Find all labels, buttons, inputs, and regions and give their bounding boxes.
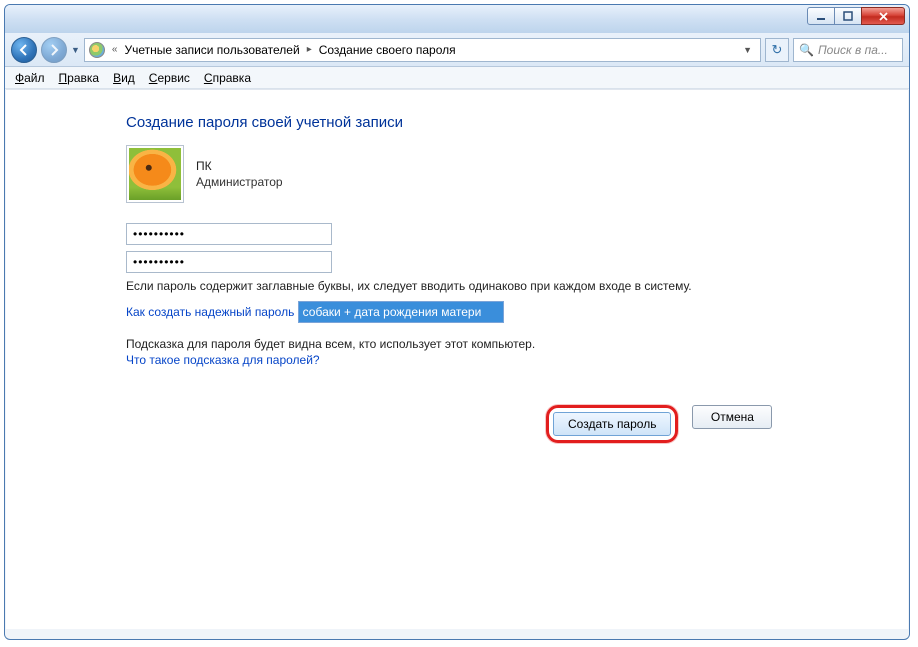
minimize-button[interactable] — [807, 7, 835, 25]
content-pane: Создание пароля своей учетной записи ПК … — [6, 89, 908, 629]
highlight-ring: Создать пароль — [546, 405, 678, 443]
nav-bar: ▼ « Учетные записи пользователей ▸ Созда… — [5, 33, 909, 67]
password-hint-field[interactable] — [298, 301, 504, 323]
nav-back-button[interactable] — [11, 37, 37, 63]
refresh-icon: ↻ — [772, 42, 783, 58]
arrow-right-icon — [48, 44, 60, 56]
menu-bar: Файл Правка Вид Сервис Справка — [5, 67, 909, 89]
menu-service[interactable]: Сервис — [149, 71, 190, 85]
user-labels: ПК Администратор — [196, 159, 283, 189]
user-name: ПК — [196, 159, 283, 173]
window-frame: ▼ « Учетные записи пользователей ▸ Созда… — [4, 4, 910, 640]
search-box[interactable]: 🔍 Поиск в па... — [793, 38, 903, 62]
menu-view[interactable]: Вид — [113, 71, 135, 85]
user-role: Администратор — [196, 175, 283, 189]
arrow-left-icon — [18, 44, 30, 56]
close-icon — [878, 11, 889, 22]
user-block: ПК Администратор — [126, 145, 878, 203]
refresh-button[interactable]: ↻ — [765, 38, 789, 62]
breadcrumb-item-1[interactable]: Учетные записи пользователей — [124, 43, 299, 57]
what-is-hint-link[interactable]: Что такое подсказка для паролей? — [126, 353, 320, 367]
minimize-icon — [816, 11, 826, 21]
search-placeholder: Поиск в па... — [818, 43, 888, 57]
chevron-right-icon: ▸ — [305, 44, 314, 55]
nav-history-dropdown[interactable]: ▼ — [71, 45, 80, 55]
hint-visibility-note: Подсказка для пароля будет видна всем, к… — [126, 337, 878, 351]
breadcrumb-item-2[interactable]: Создание своего пароля — [319, 43, 456, 57]
nav-forward-button[interactable] — [41, 37, 67, 63]
address-dropdown-icon[interactable]: ▼ — [739, 45, 756, 55]
menu-help[interactable]: Справка — [204, 71, 251, 85]
address-bar[interactable]: « Учетные записи пользователей ▸ Создани… — [84, 38, 761, 62]
cancel-button[interactable]: Отмена — [692, 405, 772, 429]
window-controls — [808, 7, 905, 25]
menu-file[interactable]: Файл — [15, 71, 45, 85]
avatar-image — [129, 148, 181, 200]
maximize-button[interactable] — [834, 7, 862, 25]
caps-hint-text: Если пароль содержит заглавные буквы, их… — [126, 279, 878, 293]
page-title: Создание пароля своей учетной записи — [126, 114, 878, 131]
dialog-buttons: Создать пароль Отмена — [546, 405, 878, 443]
breadcrumb-prefix: « — [110, 44, 120, 55]
strong-password-link[interactable]: Как создать надежный пароль — [126, 305, 294, 319]
avatar — [126, 145, 184, 203]
menu-edit[interactable]: Правка — [59, 71, 100, 85]
close-button[interactable] — [861, 7, 905, 25]
hint-input-wrap — [298, 301, 504, 323]
user-accounts-icon — [89, 42, 105, 58]
search-icon: 🔍 — [799, 43, 814, 57]
maximize-icon — [843, 11, 853, 21]
password-field-2[interactable] — [126, 251, 332, 273]
titlebar — [5, 5, 909, 33]
create-password-button[interactable]: Создать пароль — [553, 412, 671, 436]
password-field-1[interactable] — [126, 223, 332, 245]
